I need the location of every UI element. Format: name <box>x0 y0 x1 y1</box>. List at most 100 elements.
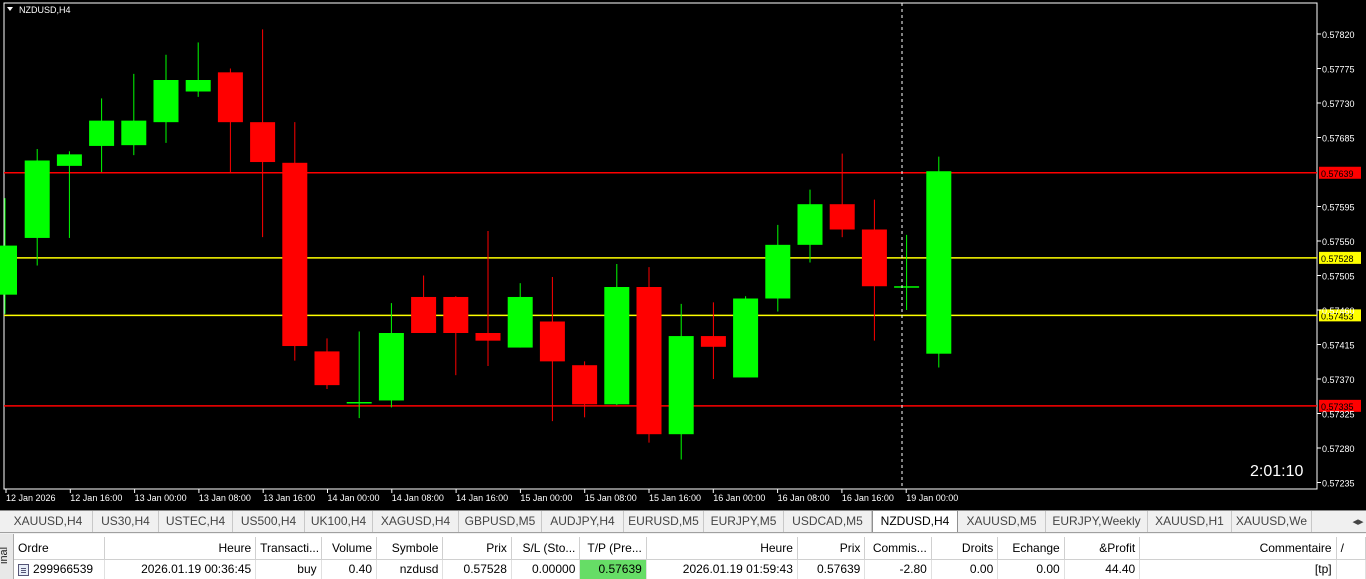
col-header-close-price[interactable]: Prix <box>797 537 866 560</box>
col-header-open-price[interactable]: Prix <box>442 537 512 560</box>
price-tick-label: 0.57685 <box>1322 134 1355 144</box>
terminal-side-label: inal <box>0 546 10 564</box>
price-tick-label: 0.57280 <box>1322 444 1355 454</box>
cell-open-time: 2026.01.19 00:36:45 <box>104 559 257 579</box>
chart-tab-eurjpy-m5[interactable]: EURJPY,M5 <box>704 511 784 532</box>
candle-bull <box>121 120 147 146</box>
chart-tab-nzdusd-h4[interactable]: NZDUSD,H4 <box>872 511 958 532</box>
tab-scroll-arrows-icon[interactable]: ◂▸ <box>1350 514 1366 530</box>
chart-tab-eurjpy-weekly[interactable]: EURJPY,Weekly <box>1046 511 1148 532</box>
col-header-comment[interactable]: Commentaire <box>1139 537 1337 560</box>
col-header-symbol[interactable]: Symbole <box>376 537 444 560</box>
candle-bear <box>443 296 469 333</box>
col-header-profit[interactable]: &Profit <box>1064 537 1141 560</box>
chart-tab-usdcad-m5[interactable]: USDCAD,M5 <box>784 511 872 532</box>
time-tick-label: 12 Jan 16:00 <box>70 493 122 503</box>
col-header-commission[interactable]: Commis... <box>864 537 932 560</box>
time-tick-label: 13 Jan 08:00 <box>199 493 251 503</box>
col-header-type[interactable]: Transacti... <box>255 537 322 560</box>
cell-commission: -2.80 <box>864 559 932 579</box>
candle-bull <box>378 333 404 401</box>
price-tick-label: 0.57820 <box>1322 30 1355 40</box>
order-document-icon <box>18 564 29 577</box>
bar-countdown-timer: 2:01:10 <box>1250 463 1303 480</box>
candle-bear <box>572 365 598 405</box>
col-header-stop-loss[interactable]: S/L (Sto... <box>511 537 581 560</box>
candle-bear <box>700 336 726 347</box>
chart-tab-uk100-h4[interactable]: UK100,H4 <box>305 511 373 532</box>
cell-take-profit: 0.57639 <box>579 559 647 579</box>
chart-tab-xauusd-h4[interactable]: XAUUSD,H4 <box>4 511 93 532</box>
candle-bear <box>539 321 565 362</box>
chart-canvas[interactable]: 0.576390.575280.574530.57335 0.578200.57… <box>0 0 1366 511</box>
candle-bull <box>153 80 179 123</box>
candle-bear <box>411 296 437 333</box>
price-tick-label: 0.57730 <box>1322 99 1355 109</box>
chart-tab-ustec-h4[interactable]: USTEC,H4 <box>159 511 233 532</box>
price-tick-label: 0.57595 <box>1322 203 1355 213</box>
candle-bull <box>604 287 630 405</box>
price-tick-label: 0.57505 <box>1322 272 1355 282</box>
cell-close-price: 0.57639 <box>797 559 866 579</box>
candle-bear <box>282 162 308 347</box>
cell-exchange: 0.00 <box>997 559 1065 579</box>
candle-bull <box>346 402 372 404</box>
chart-tab-xauusd-m5[interactable]: XAUUSD,M5 <box>958 511 1046 532</box>
col-header-extra[interactable]: / <box>1336 537 1366 560</box>
candle-bull <box>797 204 823 245</box>
candle-bear <box>636 287 662 435</box>
time-tick-label: 14 Jan 08:00 <box>392 493 444 503</box>
chart-tab-gbpusd-m5[interactable]: GBPUSD,M5 <box>459 511 542 532</box>
cell-profit: 44.40 <box>1064 559 1141 579</box>
cell-extra <box>1336 559 1366 579</box>
col-header-close-time[interactable]: Heure <box>646 537 798 560</box>
time-tick-label: 16 Jan 16:00 <box>842 493 894 503</box>
table-header-row: Ordre Heure Transacti... Volume Symbole … <box>14 537 1366 560</box>
price-tick-label: 0.57775 <box>1322 65 1355 75</box>
col-header-volume[interactable]: Volume <box>321 537 378 560</box>
time-tick-label: 15 Jan 16:00 <box>649 493 701 503</box>
price-chart[interactable]: 0.57639 0.57528 0.57453 0.57335 0.57820 0.57… <box>0 0 1366 511</box>
candle-bear <box>314 351 340 386</box>
col-header-order[interactable]: Ordre <box>14 537 106 560</box>
chart-tab-xauusd-we[interactable]: XAUUSD,We <box>1232 511 1312 532</box>
trade-history-table: Ordre Heure Transacti... Volume Symbole … <box>14 537 1366 579</box>
candle-bull <box>24 160 50 238</box>
cell-volume: 0.40 <box>321 559 378 579</box>
col-header-take-profit[interactable]: T/P (Pre... <box>579 537 647 560</box>
candle-bear <box>475 333 501 341</box>
price-tick-label: 0.57370 <box>1322 375 1355 385</box>
candle-bear <box>829 204 855 230</box>
level-price-tag-label: 0.57639 <box>1321 169 1354 179</box>
time-tick-label: 19 Jan 00:00 <box>906 493 958 503</box>
terminal-side-tab[interactable]: inal <box>0 534 14 579</box>
candle-bull <box>668 336 694 435</box>
cell-stop-loss: 0.00000 <box>511 559 581 579</box>
level-price-tag-label: 0.57528 <box>1321 254 1354 264</box>
dropdown-triangle-icon <box>7 7 13 11</box>
price-tick-label: 0.57550 <box>1322 237 1355 247</box>
chart-tab-audjpy-h4[interactable]: AUDJPY,H4 <box>542 511 624 532</box>
chart-tab-us30-h4[interactable]: US30,H4 <box>93 511 159 532</box>
cell-open-price: 0.57528 <box>442 559 512 579</box>
candle-bull <box>185 80 211 92</box>
candle-bull <box>56 154 82 166</box>
candle-bear <box>250 122 276 163</box>
price-tick-label: 0.57235 <box>1322 479 1355 489</box>
time-tick-label: 13 Jan 00:00 <box>135 493 187 503</box>
col-header-open-time[interactable]: Heure <box>104 537 257 560</box>
col-header-rights[interactable]: Droits <box>931 537 999 560</box>
candle-bull <box>89 120 115 146</box>
time-tick-label: 14 Jan 16:00 <box>456 493 508 503</box>
cell-close-time: 2026.01.19 01:59:43 <box>646 559 798 579</box>
cell-order: 299966539 <box>33 562 94 577</box>
chart-tab-eurusd-m5[interactable]: EURUSD,M5 <box>624 511 704 532</box>
chart-tab-xauusd-h1[interactable]: XAUUSD,H1 <box>1148 511 1232 532</box>
candle-bull <box>733 298 759 378</box>
chart-symbol-label: NZDUSD,H4 <box>19 5 71 15</box>
time-tick-label: 15 Jan 08:00 <box>585 493 637 503</box>
col-header-exchange[interactable]: Echange <box>997 537 1065 560</box>
chart-tab-xagusd-h4[interactable]: XAGUSD,H4 <box>373 511 459 532</box>
chart-tab-us500-h4[interactable]: US500,H4 <box>233 511 305 532</box>
table-row[interactable]: 299966539 2026.01.19 00:36:45 buy 0.40 n… <box>14 559 1366 579</box>
